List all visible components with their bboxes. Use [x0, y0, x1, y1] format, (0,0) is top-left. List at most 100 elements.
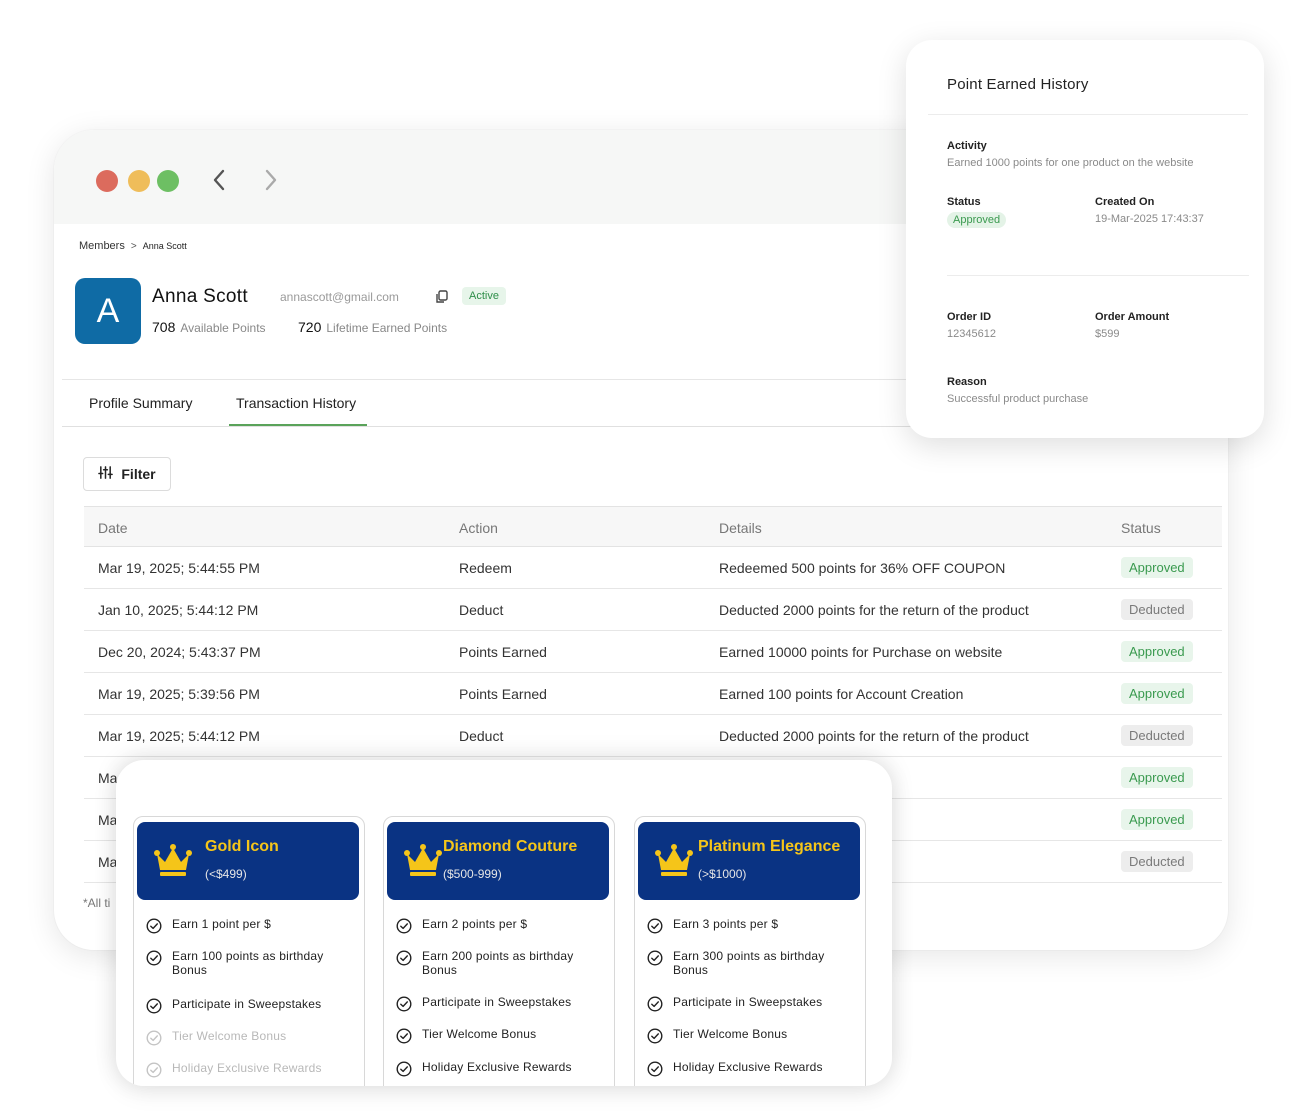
benefit-text: Tier Welcome Bonus	[673, 1027, 788, 1041]
tier-cards-panel: Gold Icon (<$499) Earn 1 point per $ Ear…	[116, 760, 892, 1086]
tier-header: Platinum Elegance (>$1000)	[638, 822, 860, 900]
table-row[interactable]: Mar 19, 2025; 5:44:55 PM Redeem Redeemed 5…	[84, 547, 1222, 589]
crown-icon	[403, 842, 443, 878]
status-badge: Approved	[1121, 557, 1193, 578]
available-points-value: 708	[152, 319, 176, 335]
benefit-text: Holiday Exclusive Rewards	[172, 1061, 322, 1075]
tier-header: Diamond Couture ($500-999)	[387, 822, 609, 900]
maximize-window-button[interactable]	[157, 170, 179, 192]
check-circle-icon	[396, 1061, 412, 1077]
check-circle-icon	[146, 950, 162, 966]
cell-date: Dec 20, 2024; 5:43:37 PM	[98, 644, 261, 660]
table-row[interactable]: Jan 10, 2025; 5:44:12 PM Deduct Deducted 2…	[84, 589, 1222, 631]
status-badge: Approved	[1121, 809, 1193, 830]
benefit-text: Earn 2 points per $	[422, 917, 528, 931]
available-points-label: Available Points	[180, 321, 266, 335]
tier-name: Platinum Elegance	[698, 838, 841, 855]
benefit-text: Holiday Exclusive Rewards	[673, 1060, 823, 1074]
benefit-text: Participate in Sweepstakes	[422, 995, 572, 1009]
tier-benefit: Earn 100 points as birthday Bonus	[146, 949, 346, 977]
benefit-text: Participate in Sweepstakes	[172, 997, 322, 1011]
lifetime-points: 720 Lifetime Earned Points	[298, 319, 447, 335]
status-badge: Approved	[947, 212, 1007, 228]
tier-benefit: Earn 2 points per $	[396, 917, 611, 934]
breadcrumb-members-link[interactable]: Members	[79, 240, 125, 252]
tier-benefit: Participate in Sweepstakes	[396, 995, 611, 1012]
check-circle-icon	[396, 950, 412, 966]
back-arrow-icon[interactable]	[206, 166, 234, 194]
avatar: A	[75, 278, 141, 344]
copy-icon[interactable]	[435, 290, 449, 304]
check-circle-icon	[647, 996, 663, 1012]
header-date: Date	[98, 520, 128, 536]
cell-action: Points Earned	[459, 686, 547, 702]
cell-date: Mar 19, 2025; 5:44:12 PM	[98, 728, 260, 744]
history-title: Point Earned History	[947, 76, 1089, 93]
tier-name: Gold Icon	[205, 838, 279, 855]
filter-button[interactable]: Filter	[83, 457, 171, 491]
benefit-text: Earn 200 points as birthday Bonus	[422, 949, 574, 977]
table-row[interactable]: Dec 20, 2024; 5:43:37 PM Points Earned Ear…	[84, 631, 1222, 673]
benefit-text: Participate in Sweepstakes	[673, 995, 823, 1009]
benefit-text: Earn 3 points per $	[673, 917, 779, 931]
status-badge: Approved	[1121, 767, 1193, 788]
check-circle-icon	[647, 1061, 663, 1077]
member-status-badge: Active	[462, 287, 506, 305]
close-window-button[interactable]	[96, 170, 118, 192]
tier-benefit: Earn 1 point per $	[146, 917, 361, 934]
benefit-text: Holiday Exclusive Rewards	[422, 1060, 572, 1074]
tier-name: Diamond Couture	[443, 838, 578, 855]
cell-details: Earned 10000 points for Purchase on webs…	[719, 644, 1003, 660]
tier-benefit: Tier Welcome Bonus	[647, 1027, 862, 1044]
activity-value: Earned 1000 points for one product on th…	[947, 157, 1194, 169]
check-circle-icon	[396, 996, 412, 1012]
check-circle-icon	[647, 918, 663, 934]
cell-date: Ma	[98, 770, 118, 786]
tier-benefit: Tier Welcome Bonus	[146, 1029, 361, 1046]
benefit-text: Earn 100 points as birthday Bonus	[172, 949, 324, 977]
header-status: Status	[1121, 520, 1161, 536]
cell-action: Deduct	[459, 602, 504, 618]
cell-date: Mar 19, 2025; 5:44:55 PM	[98, 560, 260, 576]
created-on-label: Created On	[1095, 196, 1155, 208]
tier-benefit: Tier Welcome Bonus	[396, 1027, 611, 1044]
lifetime-points-value: 720	[298, 319, 322, 335]
status-label: Status	[947, 196, 981, 208]
status-badge: Approved	[1121, 683, 1193, 704]
crown-icon	[153, 842, 193, 878]
status-badge: Deducted	[1121, 599, 1193, 620]
table-row[interactable]: Mar 19, 2025; 5:44:12 PM Deduct Deducted 2…	[84, 715, 1222, 757]
check-circle-icon	[647, 950, 663, 966]
tab-profile-summary[interactable]: Profile Summary	[89, 395, 192, 411]
tier-card[interactable]: Diamond Couture ($500-999) Earn 2 points…	[383, 816, 615, 1086]
filter-icon	[98, 465, 114, 483]
created-on-value: 19-Mar-2025 17:43:37	[1095, 213, 1204, 225]
breadcrumb-separator: >	[130, 240, 137, 252]
lifetime-points-label: Lifetime Earned Points	[326, 321, 448, 335]
check-circle-icon	[146, 998, 162, 1014]
benefit-text: Tier Welcome Bonus	[422, 1027, 537, 1041]
minimize-window-button[interactable]	[128, 170, 150, 192]
status-badge: Deducted	[1121, 851, 1193, 872]
breadcrumb-current: Anna Scott	[142, 241, 187, 251]
breadcrumb: Members > Anna Scott	[79, 240, 187, 252]
tier-benefit: Earn 300 points as birthday Bonus	[647, 949, 847, 977]
tier-range: (<$499)	[205, 867, 247, 881]
tier-card[interactable]: Platinum Elegance (>$1000) Earn 3 points…	[634, 816, 866, 1086]
tier-range: (>$1000)	[698, 867, 747, 881]
forward-arrow-icon[interactable]	[256, 166, 284, 194]
tier-benefit: Participate in Sweepstakes	[647, 995, 862, 1012]
tier-benefit: Holiday Exclusive Rewards	[396, 1060, 611, 1077]
point-history-card: Point Earned History Activity Earned 100…	[906, 40, 1264, 438]
header-action: Action	[459, 520, 498, 536]
order-id-label: Order ID	[947, 311, 992, 323]
check-circle-icon	[396, 1028, 412, 1044]
cell-details: Earned 100 points for Account Creation	[719, 686, 964, 702]
benefit-text: Earn 300 points as birthday Bonus	[673, 949, 825, 977]
tab-transaction-history[interactable]: Transaction History	[236, 395, 356, 411]
tier-card[interactable]: Gold Icon (<$499) Earn 1 point per $ Ear…	[133, 816, 365, 1086]
history-divider	[947, 275, 1249, 276]
header-details: Details	[719, 520, 762, 536]
table-row[interactable]: Mar 19, 2025; 5:39:56 PM Points Earned Ear…	[84, 673, 1222, 715]
tier-range: ($500-999)	[443, 867, 502, 881]
